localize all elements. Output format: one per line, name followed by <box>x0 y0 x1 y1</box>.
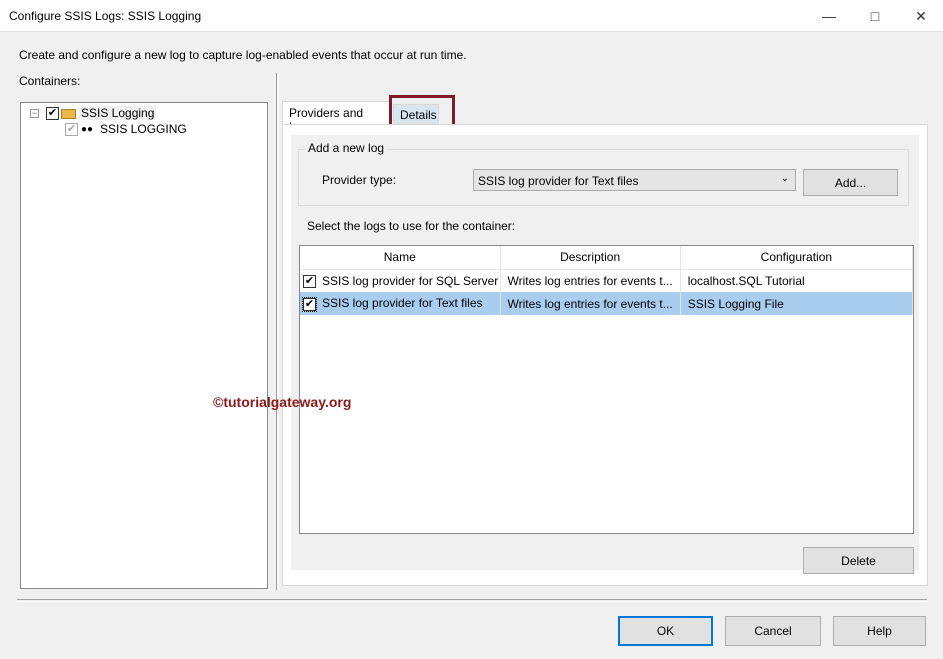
cancel-button[interactable]: Cancel <box>725 616 821 646</box>
ok-button[interactable]: OK <box>618 616 713 646</box>
row-name: SSIS log provider for Text files <box>322 296 483 310</box>
splitter[interactable] <box>276 73 279 590</box>
table-row[interactable]: ✔ SSIS log provider for SQL Server Writes… <box>300 269 913 292</box>
help-button[interactable]: Help <box>833 616 926 646</box>
minimize-icon[interactable]: — <box>806 0 852 32</box>
close-icon[interactable]: ✕ <box>898 0 943 32</box>
title-bar: Configure SSIS Logs: SSIS Logging — □ ✕ <box>0 0 943 32</box>
tree-root[interactable]: SSIS Logging <box>79 106 156 120</box>
row-description: Writes log entries for events t... <box>500 269 680 292</box>
tree-child[interactable]: SSIS LOGGING <box>100 122 187 136</box>
row-checkbox[interactable]: ✔ <box>303 298 316 311</box>
row-checkbox[interactable]: ✔ <box>303 275 316 288</box>
containers-label: Containers: <box>19 74 80 88</box>
package-icon: ●● <box>81 124 93 135</box>
watermark: ©tutorialgateway.org <box>213 394 351 410</box>
logs-label: Select the logs to use for the container… <box>307 219 515 233</box>
add-log-legend: Add a new log <box>305 141 387 155</box>
add-button[interactable]: Add... <box>803 169 898 196</box>
maximize-icon[interactable]: □ <box>852 0 898 32</box>
delete-button[interactable]: Delete <box>803 547 914 574</box>
provider-type-select[interactable]: SSIS log provider for Text files ⌄ <box>473 169 796 191</box>
divider <box>17 599 927 602</box>
collapse-icon[interactable]: − <box>30 109 39 118</box>
provider-type-label: Provider type: <box>322 173 396 187</box>
row-configuration[interactable]: SSIS Logging File <box>680 292 912 315</box>
folder-icon <box>61 109 76 119</box>
row-configuration[interactable]: localhost.SQL Tutorial <box>680 269 912 292</box>
row-name: SSIS log provider for SQL Server <box>322 274 498 288</box>
intro-text: Create and configure a new log to captur… <box>19 48 467 62</box>
row-description: Writes log entries for events t... <box>500 292 680 315</box>
provider-type-value: SSIS log provider for Text files <box>478 174 639 188</box>
column-header-configuration[interactable]: Configuration <box>680 246 912 269</box>
column-header-name[interactable]: Name <box>300 246 500 269</box>
root-checkbox[interactable]: ✔ <box>46 107 59 120</box>
tab-providers-and-logs[interactable]: Providers and Logs <box>282 101 392 124</box>
chevron-down-icon: ⌄ <box>781 173 789 184</box>
child-checkbox[interactable]: ✔ <box>65 123 78 136</box>
window-title: Configure SSIS Logs: SSIS Logging <box>9 9 201 23</box>
logs-grid[interactable]: NameDescriptionConfiguration ✔ SSIS log p… <box>299 245 914 534</box>
table-row[interactable]: ✔ SSIS log provider for Text files Writes… <box>300 292 913 315</box>
containers-tree[interactable]: − ✔ SSIS Logging ✔ ●● SSIS LOGGING <box>20 102 268 589</box>
column-header-description[interactable]: Description <box>500 246 680 269</box>
